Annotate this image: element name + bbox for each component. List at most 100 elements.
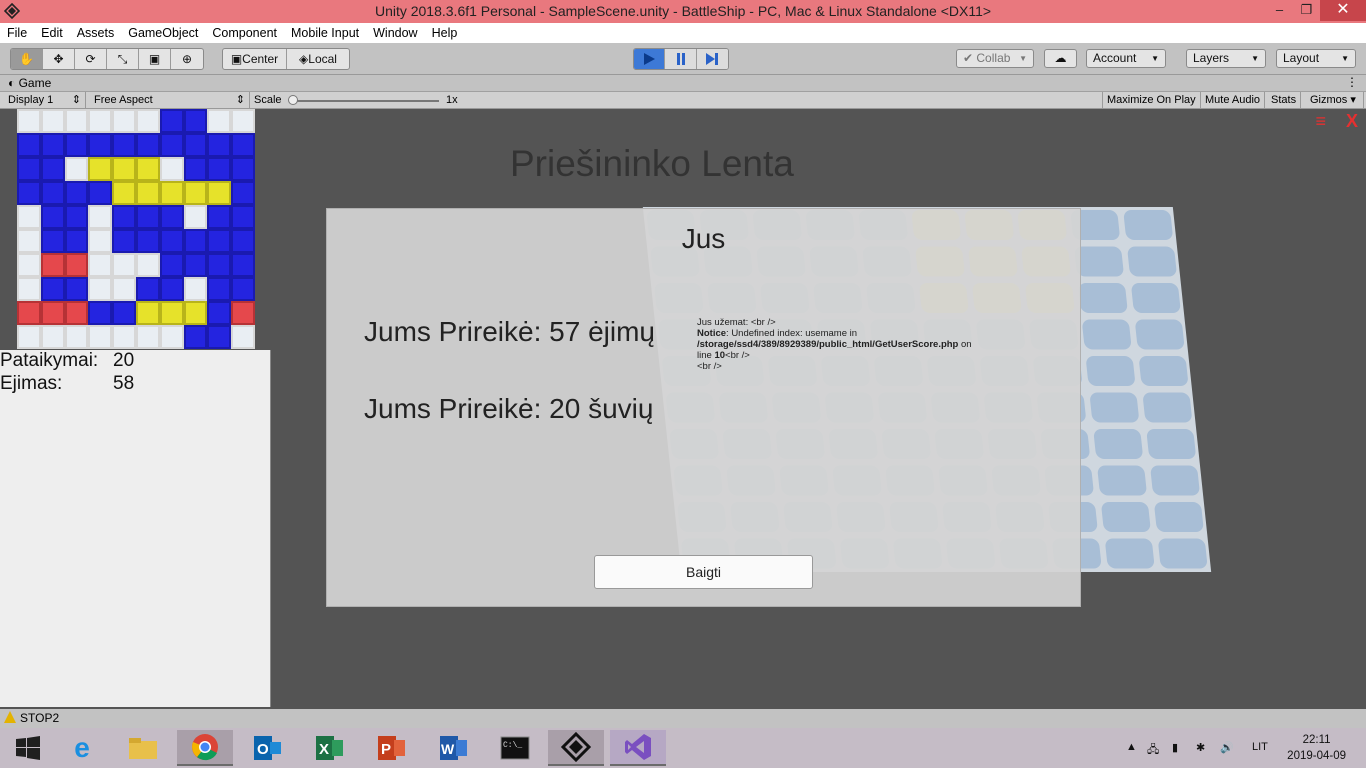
scale-slider-track[interactable] [292,100,439,102]
enemy-board-cell[interactable] [1150,465,1200,496]
board-cell [112,277,136,301]
game-tab-header: ◐ Game ⋮ [0,75,1366,92]
enemy-board-cell[interactable] [1089,392,1139,423]
collab-button[interactable]: ✔ Collab ▼ [956,49,1034,68]
tab-game[interactable]: ◐ Game [8,76,51,90]
board-cell [159,205,184,229]
menu-mobile-input[interactable]: Mobile Input [284,26,366,40]
enemy-board-cell[interactable] [1105,538,1155,569]
menu-file[interactable]: File [0,26,34,40]
aspect-dropdown[interactable]: Free Aspect ⇕ [90,92,250,108]
pause-icon [676,53,685,65]
enemy-board-cell[interactable] [1138,356,1188,386]
enemy-board-cell[interactable] [1131,283,1181,313]
minimize-button[interactable]: – [1266,0,1293,21]
layers-label: Layers [1193,51,1230,65]
menu-gameobject[interactable]: GameObject [121,26,205,40]
menu-component[interactable]: Component [205,26,284,40]
taskbar-outlook[interactable]: O [239,730,295,766]
board-cell [159,301,184,325]
layout-dropdown[interactable]: Layout ▼ [1276,49,1356,68]
menu-window[interactable]: Window [366,26,424,40]
menu-icon[interactable]: ≡ [1315,111,1326,132]
taskbar-chrome[interactable] [177,730,233,766]
menu-assets[interactable]: Assets [70,26,122,40]
clock[interactable]: 22:11 2019-04-09 [1287,732,1346,764]
tray-expand-icon[interactable]: ▲ [1126,741,1137,753]
taskbar-unity[interactable] [548,730,604,766]
hand-tool-icon[interactable]: ✋ [11,49,43,69]
tab-options-icon[interactable]: ⋮ [1346,75,1358,89]
rotate-tool-icon[interactable]: ⟳ [75,49,107,69]
transform-tool-icon[interactable]: ⊕ [171,49,203,69]
notice-message: : Undefined index: usemame in [726,328,858,339]
board-cell [231,205,255,229]
enemy-board-cell[interactable] [1082,319,1132,350]
display-dropdown[interactable]: Display 1 ⇕ [4,92,86,108]
gizmos-label: Gizmos [1310,94,1348,106]
taskbar-visual-studio[interactable] [610,730,666,766]
scale-tool-icon[interactable]: ⤡ [107,49,139,69]
enemy-board-cell[interactable] [1078,283,1128,313]
title-bar: Unity 2018.3.6f1 Personal - SampleScene.… [0,0,1366,23]
finish-button[interactable]: Baigti [594,555,813,589]
enemy-board-cell[interactable] [1154,502,1204,532]
pause-button[interactable] [665,49,697,69]
maximize-on-play-toggle[interactable]: Maximize On Play [1102,92,1201,108]
enemy-board-cell[interactable] [1074,246,1124,277]
enemy-board-cell[interactable] [1093,429,1143,459]
move-tool-icon[interactable]: ✥ [43,49,75,69]
enemy-board-cell[interactable] [1127,246,1177,277]
taskbar-excel[interactable]: X [301,730,357,766]
status-text[interactable]: STOP2 [20,711,59,725]
enemy-board-cell[interactable] [1158,538,1208,569]
taskbar-ie[interactable]: e [54,730,110,766]
step-button[interactable] [696,49,728,69]
network-icon[interactable]: 🖧 [1147,741,1159,760]
enemy-board-cell[interactable] [1135,319,1185,350]
dropdown-arrow-icon: ▼ [1251,54,1259,63]
battery-icon[interactable]: ▮ [1172,741,1178,754]
bluetooth-icon[interactable]: ✱ [1196,741,1205,754]
taskbar-explorer[interactable] [115,730,171,766]
board-cell [88,325,113,349]
layers-dropdown[interactable]: Layers ▼ [1186,49,1266,68]
close-button[interactable]: ✕ [1320,0,1366,21]
collab-label: Collab [976,51,1011,65]
menu-help[interactable]: Help [425,26,465,40]
account-dropdown[interactable]: Account ▼ [1086,49,1166,68]
taskbar-cmd[interactable]: C:\_ [487,730,543,766]
exit-icon[interactable]: X [1346,111,1358,132]
enemy-board-cell[interactable] [1146,429,1196,459]
taskbar-powerpoint[interactable]: P [363,730,419,766]
pivot-local-button[interactable]: ◈ Local [287,49,349,69]
enemy-board-cell[interactable] [1142,392,1192,423]
cloud-button[interactable]: ☁ [1044,49,1077,68]
start-button[interactable] [0,730,56,766]
enemy-board-cell[interactable] [1123,210,1173,240]
scale-slider-handle[interactable] [288,95,298,105]
stats-toggle[interactable]: Stats [1267,92,1302,108]
rect-tool-icon[interactable]: ▣ [139,49,171,69]
enemy-board-cell[interactable] [1085,356,1135,386]
player-board [17,109,255,349]
menu-edit[interactable]: Edit [34,26,70,40]
play-button[interactable] [634,49,666,69]
display-label: Display 1 [8,94,54,106]
gizmos-dropdown[interactable]: Gizmos ▾ [1306,92,1364,108]
enemy-board-cell[interactable] [1097,465,1147,496]
volume-icon[interactable]: 🔊 [1220,741,1234,754]
mute-audio-toggle[interactable]: Mute Audio [1201,92,1266,108]
notice-line-4: line 10<br /> [697,350,1007,361]
board-cell [183,301,208,325]
enemy-board-cell[interactable] [1101,502,1151,532]
maximize-button[interactable]: ❐ [1293,0,1320,21]
board-cell [88,181,113,205]
layout-label: Layout [1283,51,1320,65]
pivot-center-label: Center [242,52,279,66]
language-indicator[interactable]: LIT [1252,741,1268,753]
pivot-center-button[interactable]: ▣ Center [223,49,287,69]
board-cell [183,181,208,205]
board-cell [40,325,65,349]
taskbar-word[interactable]: W [425,730,481,766]
